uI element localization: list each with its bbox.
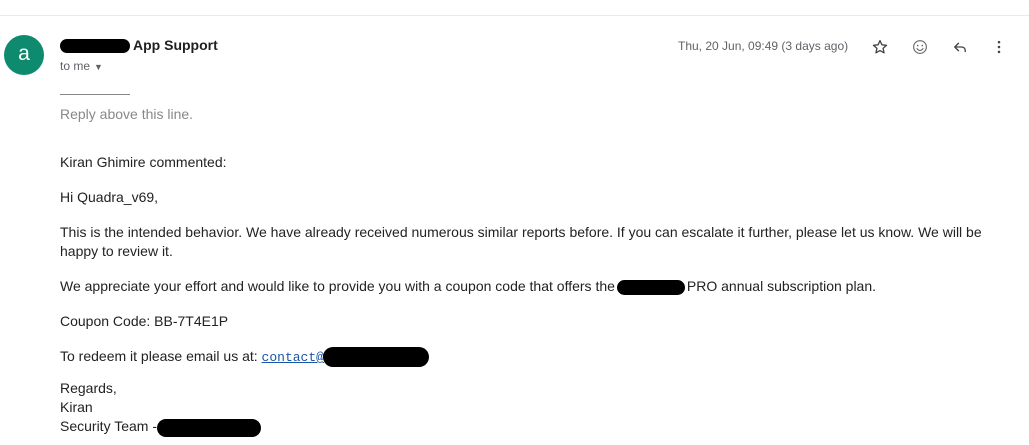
sender-name[interactable]: App Support: [60, 37, 218, 54]
paragraph-2-text-start: We appreciate your effort and would like…: [60, 278, 615, 294]
redacted-email-domain: [322, 347, 429, 368]
sender-avatar[interactable]: a: [4, 35, 44, 75]
commented-line: Kiran Ghimire commented:: [60, 154, 227, 170]
signature-team-prefix: Security Team -: [60, 418, 157, 435]
redeem-prefix: To redeem it please email us at:: [60, 348, 258, 364]
redacted-team-name: [157, 418, 261, 437]
reply-above-line-text: Reply above this line.: [60, 106, 194, 122]
reply-icon: [954, 42, 966, 53]
recipient-label: to me: [60, 59, 91, 73]
redacted-sender-name: [60, 39, 130, 54]
signature-regards: Regards,: [60, 380, 117, 397]
body-paragraph-1: This is the intended behavior. We have a…: [60, 224, 982, 259]
greeting: Hi Quadra_v69,: [60, 189, 159, 205]
header-divider: [0, 15, 1029, 16]
redacted-product-name: [616, 279, 685, 295]
add-reaction-button[interactable]: [909, 36, 931, 58]
reply-separator-line: [60, 94, 130, 95]
star-button[interactable]: [869, 36, 891, 58]
star-outline-icon: [872, 39, 888, 54]
recipient-details-toggle[interactable]: to me ▼: [60, 59, 103, 73]
contact-email-link[interactable]: contact@: [262, 350, 324, 365]
email-date: Thu, 20 Jun, 09:49 (3 days ago): [678, 39, 849, 53]
signature-team: Security Team -: [60, 417, 995, 437]
reply-button[interactable]: [949, 36, 971, 58]
signature-name: Kiran: [60, 399, 93, 416]
redeem-line: To redeem it please email us at: contact…: [60, 347, 995, 368]
coupon-code: Coupon Code: BB-7T4E1P: [60, 313, 229, 329]
emoji-smile-icon: [913, 40, 927, 54]
signature: Regards, Kiran Security Team -: [60, 379, 995, 437]
email-body: Reply above this line. Kiran Ghimire com…: [60, 82, 995, 437]
more-options-button[interactable]: [988, 36, 1010, 58]
more-vertical-icon: [997, 40, 1001, 54]
body-paragraph-2: We appreciate your effort and would like…: [60, 277, 995, 296]
paragraph-2-text-end: PRO annual subscription plan.: [686, 278, 877, 294]
sender-name-text: App Support: [133, 37, 218, 53]
caret-down-icon: ▼: [94, 62, 103, 72]
